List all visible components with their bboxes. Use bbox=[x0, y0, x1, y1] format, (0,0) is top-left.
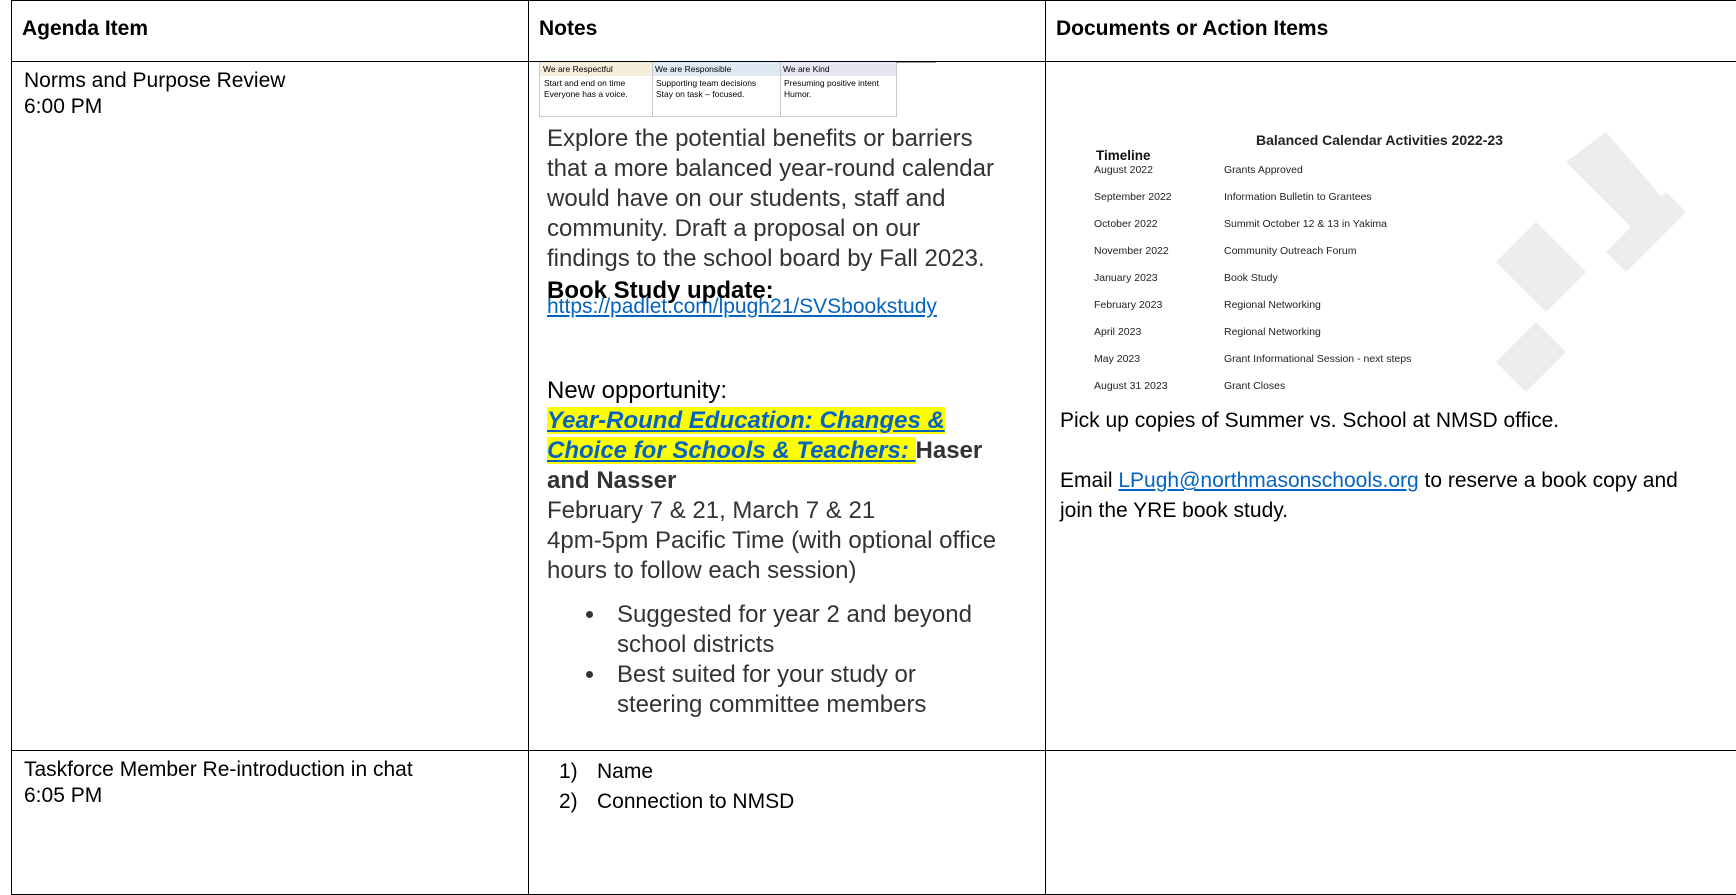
norm-respectful-1: Start and end on time bbox=[544, 78, 628, 89]
pickup-note: Pick up copies of Summer vs. School at N… bbox=[1060, 406, 1710, 436]
opportunity-time: 4pm-5pm Pacific Time (with optional offi… bbox=[547, 526, 997, 586]
norm-responsible-2: Stay on task – focused. bbox=[656, 89, 756, 100]
agenda-row-reintroduction: Taskforce Member Re-introduction in chat… bbox=[12, 751, 1736, 895]
opportunity-title-link[interactable]: Year-Round Education: Changes & Choice f… bbox=[547, 407, 945, 464]
norm-kind-1: Presuming positive intent bbox=[784, 78, 879, 89]
agenda-item-title: Taskforce Member Re-introduction in chat bbox=[24, 757, 528, 783]
purpose-statement: Explore the potential benefits or barrie… bbox=[547, 124, 997, 274]
norms-heading-kind: We are Kind bbox=[780, 62, 896, 76]
header-notes: Notes bbox=[529, 1, 1046, 62]
notes-cell: We are Respectful We are Responsible We … bbox=[529, 62, 1046, 751]
opportunity-dates: February 7 & 21, March 7 & 21 bbox=[547, 496, 997, 526]
opportunity-label: New opportunity: bbox=[547, 376, 997, 406]
book-study-link[interactable]: https://padlet.com/lpugh21/SVSbookstudy bbox=[547, 292, 997, 322]
norm-respectful-2: Everyone has a voice. bbox=[544, 89, 628, 100]
calendar-title: Balanced Calendar Activities 2022-23 bbox=[1256, 132, 1503, 148]
opportunity-bullets: Suggested for year 2 and beyond school d… bbox=[547, 600, 997, 720]
documents-cell-empty bbox=[1046, 751, 1736, 895]
norms-heading-responsible: We are Responsible bbox=[652, 62, 780, 76]
header-row: Agenda Item Notes Documents or Action It… bbox=[12, 1, 1736, 62]
email-link[interactable]: LPugh@northmasonschools.org bbox=[1118, 469, 1418, 492]
agenda-cell: Taskforce Member Re-introduction in chat… bbox=[12, 751, 529, 895]
norms-heading-respectful: We are Respectful bbox=[540, 62, 652, 76]
calendar-timeline-label: Timeline bbox=[1096, 148, 1151, 163]
agenda-item-title: Norms and Purpose Review bbox=[24, 68, 528, 94]
bullet-item: Suggested for year 2 and beyond school d… bbox=[607, 600, 997, 660]
header-documents: Documents or Action Items bbox=[1046, 1, 1736, 62]
norms-table-image: We are Respectful We are Responsible We … bbox=[539, 62, 897, 117]
bullet-item: Best suited for your study or steering c… bbox=[607, 660, 997, 720]
agenda-table: Agenda Item Notes Documents or Action It… bbox=[11, 0, 1736, 895]
list-item: 1)Name bbox=[559, 757, 1045, 787]
agenda-cell: Norms and Purpose Review 6:00 PM bbox=[12, 62, 529, 751]
list-item: 2)Connection to NMSD bbox=[559, 787, 1045, 817]
reintro-list: 1)Name 2)Connection to NMSD bbox=[529, 751, 1045, 817]
agenda-item-time: 6:00 PM bbox=[24, 94, 528, 120]
agenda-row-norms: Norms and Purpose Review 6:00 PM We are … bbox=[12, 62, 1736, 751]
notes-body: Explore the potential benefits or barrie… bbox=[547, 124, 997, 720]
calendar-image: Balanced Calendar Activities 2022-23 Tim… bbox=[1066, 102, 1686, 402]
documents-text: Pick up copies of Summer vs. School at N… bbox=[1060, 406, 1710, 526]
norm-responsible-1: Supporting team decisions bbox=[656, 78, 756, 89]
norm-kind-2: Humor. bbox=[784, 89, 879, 100]
notes-cell: 1)Name 2)Connection to NMSD bbox=[529, 751, 1046, 895]
header-agenda-item: Agenda Item bbox=[12, 1, 529, 62]
documents-cell: Balanced Calendar Activities 2022-23 Tim… bbox=[1046, 62, 1736, 751]
agenda-item-time: 6:05 PM bbox=[24, 783, 528, 809]
email-prefix: Email bbox=[1060, 469, 1118, 492]
